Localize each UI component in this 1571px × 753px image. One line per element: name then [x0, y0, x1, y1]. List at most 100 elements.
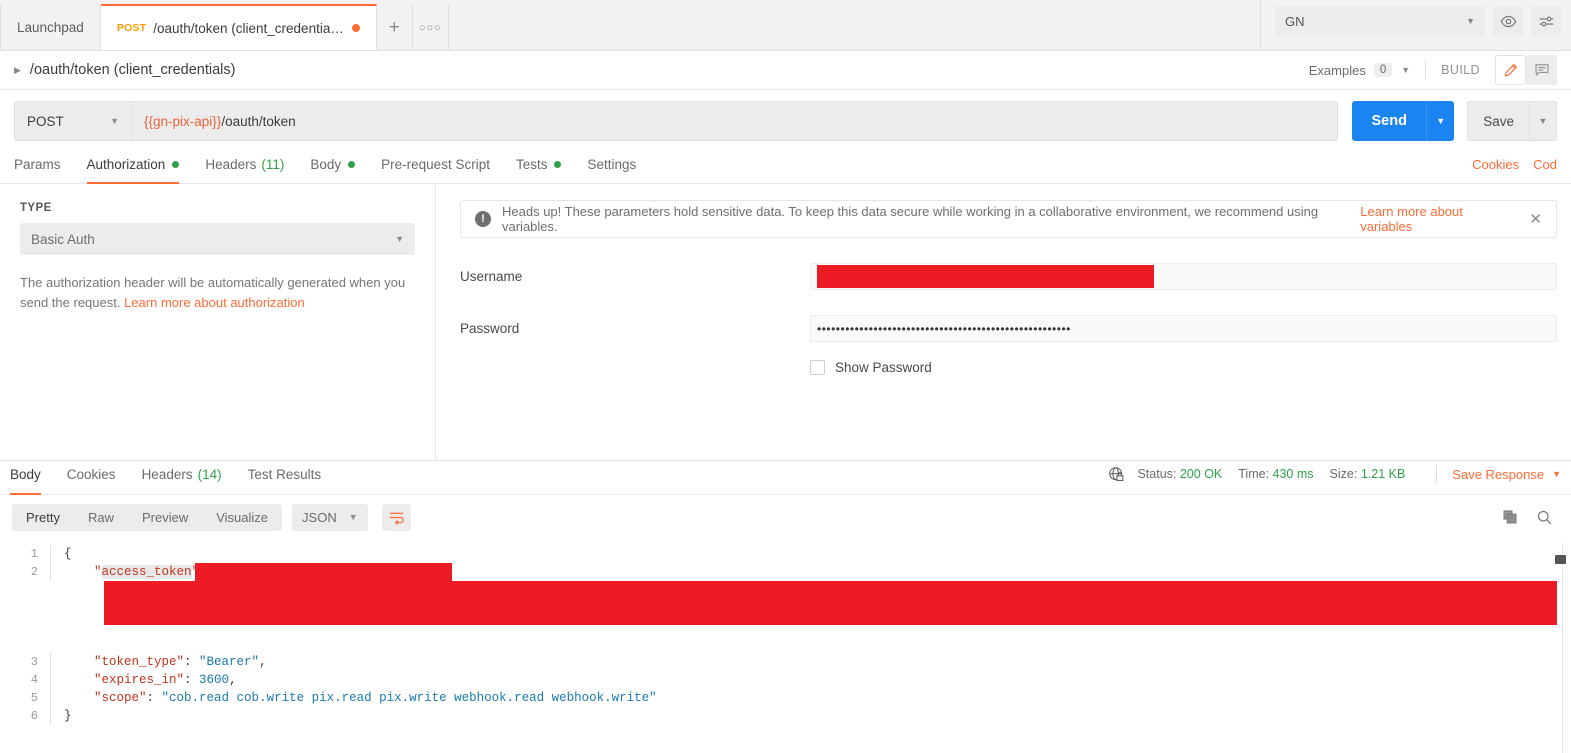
tab-label: Tests	[515, 157, 548, 172]
response-toolbar: Pretty Raw Preview Visualize JSON ▼	[0, 495, 1571, 539]
authorization-panel: TYPE Basic Auth ▼ The authorization head…	[0, 184, 1571, 460]
view-mode-pretty[interactable]: Pretty	[12, 504, 74, 531]
view-mode-label: Preview	[141, 509, 189, 525]
tab-overflow-button[interactable]: ○○○	[412, 5, 449, 50]
environment-settings-button[interactable]	[1531, 6, 1561, 36]
response-format-selector[interactable]: JSON ▼	[292, 503, 368, 531]
ellipsis-icon: ○○○	[418, 21, 442, 34]
send-label: Send	[1371, 113, 1407, 129]
expand-collapse-icon[interactable]: ▶	[14, 65, 21, 76]
response-tab-headers[interactable]: Headers (14)	[142, 461, 222, 494]
environment-selector[interactable]: GN ▼	[1275, 6, 1485, 36]
auth-type-selector[interactable]: Basic Auth ▼	[20, 223, 415, 255]
password-input[interactable]: ••••••••••••••••••••••••••••••••••••••••…	[810, 315, 1557, 342]
request-tabs: Params Authorization Headers (11) Body P…	[0, 152, 1571, 184]
view-mode-visualize[interactable]: Visualize	[202, 504, 282, 531]
tab-launchpad[interactable]: Launchpad	[0, 5, 101, 50]
username-row: Username	[460, 263, 1557, 290]
response-tab-test-results[interactable]: Test Results	[248, 461, 322, 494]
tab-method-label: POST	[116, 22, 147, 34]
search-icon[interactable]	[1536, 509, 1553, 526]
tab-label: /oauth/token (client_credentia…	[153, 20, 344, 36]
build-label: BUILD	[1441, 63, 1480, 77]
configured-indicator-icon	[554, 161, 562, 168]
response-view-mode-group: Pretty Raw Preview Visualize	[12, 503, 283, 531]
banner-link[interactable]: Learn more about variables	[1360, 204, 1515, 234]
examples-dropdown-icon[interactable]: ▼	[1401, 65, 1410, 75]
code-text: }	[64, 709, 72, 723]
tab-oauth-token[interactable]: POST /oauth/token (client_credentia…	[100, 4, 377, 50]
word-wrap-icon	[388, 510, 405, 525]
response-toolbar-right	[1502, 509, 1559, 526]
tab-label: Pre-request Script	[381, 157, 490, 172]
json-key: "scope"	[94, 691, 147, 705]
cookies-link[interactable]: Cookies	[1472, 157, 1519, 172]
tab-tests[interactable]: Tests	[516, 152, 562, 183]
send-options-button[interactable]: ▼	[1426, 101, 1455, 141]
response-panel: Body Cookies Headers (14) Test Results S…	[0, 460, 1571, 753]
configured-indicator-icon	[172, 161, 180, 168]
response-tabs: Body Cookies Headers (14) Test Results S…	[0, 461, 1571, 495]
save-response-button[interactable]: Save Response	[1452, 467, 1544, 482]
tab-pre-request-script[interactable]: Pre-request Script	[381, 152, 490, 183]
http-method-selector[interactable]: POST ▼	[14, 101, 131, 141]
save-options-button[interactable]: ▼	[1529, 101, 1557, 141]
tab-settings[interactable]: Settings	[587, 152, 636, 183]
json-value: 3600	[199, 673, 230, 687]
globe-lock-icon	[1108, 466, 1125, 483]
code-link[interactable]: Cod	[1533, 157, 1557, 172]
tab-authorization[interactable]: Authorization	[86, 152, 180, 184]
comments-button[interactable]	[1526, 55, 1557, 85]
unsaved-indicator-icon	[351, 24, 360, 32]
page-title: /oauth/token (client_credentials)	[29, 62, 236, 78]
copy-icon[interactable]	[1502, 509, 1518, 525]
show-password-checkbox[interactable]	[810, 360, 825, 375]
view-mode-preview[interactable]: Preview	[128, 504, 202, 531]
response-tab-body[interactable]: Body	[10, 461, 41, 495]
authorization-type-panel: TYPE Basic Auth ▼ The authorization head…	[0, 184, 436, 460]
url-input[interactable]: {{gn-pix-api}}/oauth/token	[131, 101, 1339, 141]
username-label: Username	[460, 269, 523, 284]
authorization-help-link[interactable]: Learn more about authorization	[124, 295, 305, 310]
view-mode-raw[interactable]: Raw	[74, 504, 128, 531]
json-value: "cob.read cob.write pix.read pix.write w…	[161, 691, 657, 705]
close-icon[interactable]: ✕	[1515, 210, 1542, 228]
send-button[interactable]: Send	[1352, 101, 1427, 141]
save-button[interactable]: Save	[1467, 101, 1529, 141]
code-line: 3 "token_type": "Bearer",	[0, 653, 1571, 671]
tab-headers[interactable]: Headers (11)	[205, 152, 284, 183]
examples-label: Examples	[1308, 62, 1366, 78]
scrollbar-thumb[interactable]	[1555, 555, 1566, 564]
divider	[1436, 465, 1438, 483]
configured-indicator-icon	[348, 161, 356, 168]
exclamation-icon: !	[475, 211, 491, 227]
code-text: "expires_in": 3600,	[94, 673, 237, 687]
url-variable: {{gn-pix-api}}	[144, 113, 222, 129]
status-label: Status:	[1137, 467, 1177, 481]
line-number: 5	[30, 691, 38, 705]
edit-request-button[interactable]	[1495, 55, 1526, 85]
chevron-down-icon[interactable]: ▼	[1552, 469, 1561, 479]
username-input[interactable]	[810, 263, 1557, 290]
scrollbar-track	[1562, 543, 1563, 753]
new-tab-button[interactable]: +	[376, 5, 413, 50]
comment-icon	[1534, 62, 1550, 78]
size-value: 1.21 KB	[1360, 467, 1406, 481]
response-body-viewer[interactable]: 1 { 2 "access_token": 3 "token_type": "B…	[0, 539, 1571, 753]
response-tab-cookies[interactable]: Cookies	[67, 461, 116, 494]
tab-body[interactable]: Body	[310, 152, 356, 183]
code-text: "scope": "cob.read cob.write pix.read pi…	[94, 691, 657, 705]
tab-label: Headers	[141, 467, 193, 482]
breadcrumb-right-controls: Examples 0 ▼ BUILD	[1309, 55, 1557, 85]
password-masked-value: ••••••••••••••••••••••••••••••••••••••••…	[817, 321, 1071, 336]
environment-quick-look-button[interactable]	[1493, 6, 1523, 36]
auth-type-value: Basic Auth	[31, 231, 95, 247]
view-mode-label: Visualize	[216, 509, 269, 525]
word-wrap-button[interactable]	[381, 503, 411, 531]
chevron-down-icon: ▼	[395, 234, 404, 244]
time-label: Time:	[1238, 467, 1270, 481]
line-number: 4	[30, 673, 38, 687]
show-password-row[interactable]: Show Password	[460, 360, 1557, 375]
tab-label: Params	[14, 157, 61, 172]
tab-params[interactable]: Params	[14, 152, 61, 183]
